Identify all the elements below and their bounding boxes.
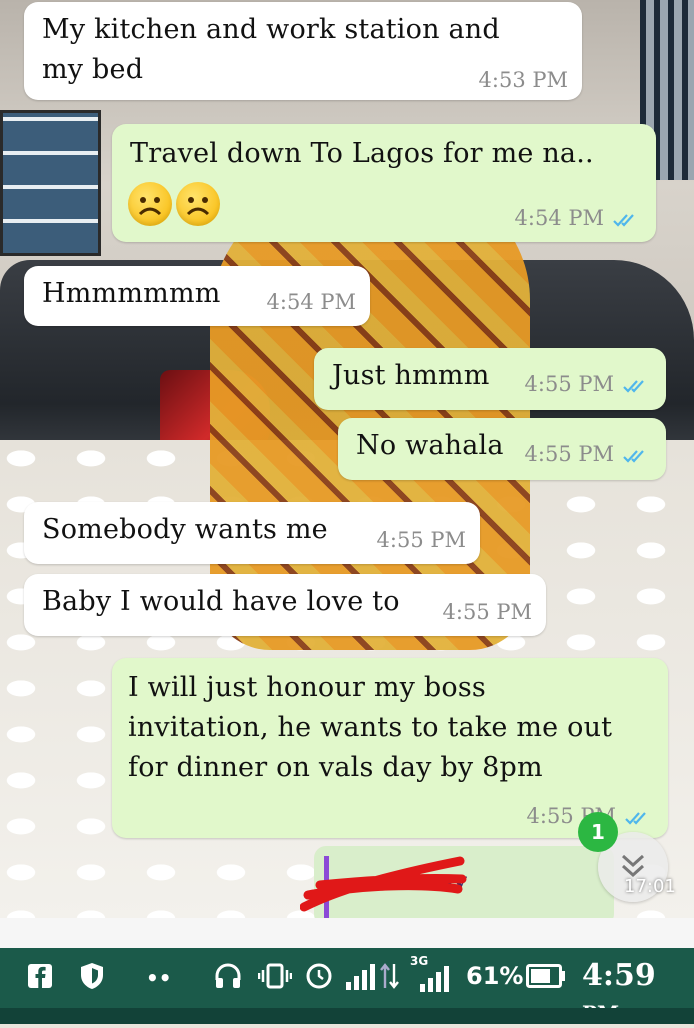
unread-count-badge: 1 xyxy=(578,812,618,852)
message-incoming[interactable]: My kitchen and work station and my bed 4… xyxy=(24,2,582,100)
message-text-line: Baby I would have love to xyxy=(42,586,400,617)
sad-face-icon xyxy=(128,182,172,226)
message-text-line: my bed xyxy=(42,54,144,85)
message-text-line: Somebody wants me xyxy=(42,514,328,545)
message-time: 4:55 PM xyxy=(524,442,614,466)
message-text-line: No wahala xyxy=(356,430,504,461)
bottom-edge xyxy=(0,1008,694,1024)
message-text-line: for dinner on vals day by 8pm xyxy=(128,752,543,783)
divider-strip xyxy=(0,918,694,948)
signal-strength-icon xyxy=(420,966,449,992)
building-window xyxy=(0,110,101,256)
battery-icon xyxy=(526,964,565,988)
emoji-row xyxy=(128,182,224,226)
facebook-icon xyxy=(28,964,52,988)
more-notifications-icon: •• xyxy=(146,966,172,990)
message-outgoing[interactable]: Travel down To Lagos for me na.. 4:54 PM xyxy=(112,124,656,242)
message-time: 4:55 PM xyxy=(524,372,614,396)
message-incoming[interactable]: Baby I would have love to 4:55 PM xyxy=(24,574,546,636)
shield-icon xyxy=(81,963,103,989)
message-text-line: I will just honour my boss xyxy=(128,672,486,703)
battery-percent: 61% xyxy=(466,962,524,990)
message-text-line: Just hmmm xyxy=(332,360,490,391)
message-text-line: invitation, he wants to take me out xyxy=(128,712,613,743)
message-time: 4:53 PM xyxy=(478,68,568,92)
message-outgoing[interactable]: I will just honour my boss invitation, h… xyxy=(112,658,668,838)
clock-time: 4:59 xyxy=(582,958,656,993)
message-outgoing[interactable]: No wahala 4:55 PM xyxy=(338,418,666,480)
status-bar: •• 3G 61% 4:59 PM xyxy=(0,948,694,1025)
red-scribble-redaction xyxy=(300,856,467,912)
message-time: 4:54 PM xyxy=(266,290,356,314)
message-text-line: Travel down To Lagos for me na.. xyxy=(130,138,594,169)
message-text-line: Hmmmmmm xyxy=(42,278,221,309)
vibrate-icon xyxy=(258,963,292,989)
video-timestamp: 17:01 xyxy=(624,876,676,897)
alarm-icon xyxy=(306,963,332,989)
data-arrows-icon xyxy=(380,963,399,989)
read-ticks-icon xyxy=(622,378,650,394)
headphones-icon xyxy=(215,963,241,988)
sad-face-icon xyxy=(176,182,220,226)
signal-strength-icon xyxy=(346,964,375,990)
message-incoming[interactable]: Somebody wants me 4:55 PM xyxy=(24,502,480,564)
message-text-line: My kitchen and work station and xyxy=(42,14,500,45)
read-ticks-icon xyxy=(612,212,640,228)
message-incoming[interactable]: Hmmmmmm 4:54 PM xyxy=(24,266,370,326)
message-time: 4:54 PM xyxy=(514,206,604,230)
message-outgoing[interactable]: Just hmmm 4:55 PM xyxy=(314,348,666,410)
message-time: 4:55 PM xyxy=(442,600,532,624)
message-time: 4:55 PM xyxy=(376,528,466,552)
read-ticks-icon xyxy=(624,810,652,826)
read-ticks-icon xyxy=(622,448,650,464)
